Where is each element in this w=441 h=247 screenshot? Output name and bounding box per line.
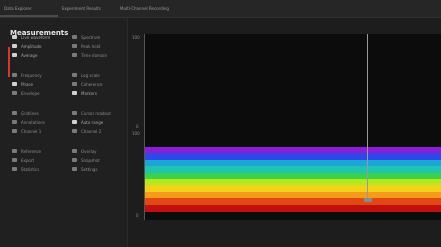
checkbox[interactable] bbox=[12, 149, 17, 153]
measurement-option[interactable]: Statistics bbox=[12, 166, 64, 173]
breadcrumb-item-3[interactable]: Multi-Channel Recording bbox=[120, 4, 178, 13]
checkbox[interactable] bbox=[12, 53, 17, 57]
checkbox[interactable] bbox=[12, 120, 17, 124]
measurement-option[interactable]: Envelope bbox=[12, 90, 64, 97]
option-label: Annotations bbox=[21, 120, 46, 125]
breadcrumb-item-1[interactable]: Data Explorer bbox=[4, 4, 58, 13]
measurement-option[interactable]: Channel 2 bbox=[72, 128, 124, 135]
option-label: Settings bbox=[81, 167, 98, 172]
measurement-option[interactable]: Average bbox=[12, 52, 64, 59]
checkbox[interactable] bbox=[12, 167, 17, 171]
option-label: Overlay bbox=[81, 149, 97, 154]
top-plot-y-min: 0 bbox=[136, 124, 139, 129]
checkbox[interactable] bbox=[72, 91, 77, 95]
time-cursor[interactable] bbox=[367, 34, 368, 200]
measurement-option[interactable]: Export bbox=[12, 157, 64, 164]
measurements-sidebar: Measurements Live waveform Spectrum Amplit… bbox=[0, 18, 128, 247]
option-label: Coherence bbox=[81, 82, 103, 87]
measurement-option[interactable]: Auto range bbox=[72, 119, 124, 126]
measurement-option[interactable]: Phase bbox=[12, 81, 64, 88]
option-label: Amplitude bbox=[21, 44, 42, 49]
option-label: Cursor readout bbox=[81, 111, 111, 116]
measurement-option[interactable]: Coherence bbox=[72, 81, 124, 88]
option-label: Log scale bbox=[81, 73, 100, 78]
checkbox[interactable] bbox=[12, 82, 17, 86]
measurement-option[interactable]: Frequency bbox=[12, 72, 64, 79]
measurement-option[interactable]: Channel 1 bbox=[12, 128, 64, 135]
option-label: Channel 1 bbox=[21, 129, 42, 134]
measurement-option[interactable]: Gridlines bbox=[12, 110, 64, 117]
checkbox[interactable] bbox=[72, 35, 77, 39]
plot-area: 100 0 100 0 bbox=[128, 18, 441, 247]
checkbox[interactable] bbox=[12, 111, 17, 115]
option-label: Markers bbox=[81, 91, 97, 96]
breadcrumb-item-2[interactable]: Experiment Results bbox=[62, 4, 116, 13]
waveform-plot[interactable] bbox=[144, 34, 441, 131]
option-label: Time domain bbox=[81, 53, 108, 58]
selection-indicator bbox=[8, 47, 10, 77]
option-label: Spectrum bbox=[81, 35, 101, 40]
spectrum-band bbox=[145, 204, 441, 212]
checkbox[interactable] bbox=[72, 82, 77, 86]
measurement-option[interactable]: Reference bbox=[12, 148, 64, 155]
checkbox[interactable] bbox=[72, 167, 77, 171]
option-label: Statistics bbox=[21, 167, 40, 172]
checkbox[interactable] bbox=[72, 53, 77, 57]
option-label: Live waveform bbox=[21, 35, 51, 40]
measurement-option[interactable]: Time domain bbox=[72, 52, 124, 59]
measurement-option[interactable]: Annotations bbox=[12, 119, 64, 126]
option-label: Reference bbox=[21, 149, 42, 154]
measurement-option[interactable]: Cursor readout bbox=[72, 110, 124, 117]
checkbox[interactable] bbox=[72, 73, 77, 77]
checkbox[interactable] bbox=[72, 111, 77, 115]
checkbox[interactable] bbox=[12, 35, 17, 39]
option-label: Frequency bbox=[21, 73, 42, 78]
measurement-option[interactable]: Peak hold bbox=[72, 43, 124, 50]
measurement-option[interactable]: Spectrum bbox=[72, 34, 124, 41]
checkbox[interactable] bbox=[12, 158, 17, 162]
bottom-plot-y-max: 100 bbox=[132, 131, 140, 136]
checkbox[interactable] bbox=[12, 44, 17, 48]
cursor-handle[interactable] bbox=[364, 198, 372, 202]
option-label: Average bbox=[21, 53, 38, 58]
measurement-option[interactable]: Settings bbox=[72, 166, 124, 173]
option-label: Auto range bbox=[81, 120, 104, 125]
checkbox[interactable] bbox=[72, 120, 77, 124]
checkbox[interactable] bbox=[12, 129, 17, 133]
measurement-option[interactable]: Overlay bbox=[72, 148, 124, 155]
checkbox[interactable] bbox=[72, 44, 77, 48]
measurement-option[interactable]: Markers bbox=[72, 90, 124, 97]
option-label: Envelope bbox=[21, 91, 40, 96]
checkbox[interactable] bbox=[12, 91, 17, 95]
option-label: Snapshot bbox=[81, 158, 100, 163]
spectrum-plot[interactable] bbox=[144, 131, 441, 220]
option-label: Channel 2 bbox=[81, 129, 102, 134]
checkbox[interactable] bbox=[12, 73, 17, 77]
measurement-option[interactable]: Live waveform bbox=[12, 34, 64, 41]
bottom-plot-y-min: 0 bbox=[136, 213, 139, 218]
option-label: Peak hold bbox=[81, 44, 101, 49]
checkbox[interactable] bbox=[72, 129, 77, 133]
option-label: Phase bbox=[21, 82, 33, 87]
option-label: Export bbox=[21, 158, 35, 163]
checkbox[interactable] bbox=[72, 158, 77, 162]
option-label: Gridlines bbox=[21, 111, 39, 116]
top-plot-y-max: 100 bbox=[132, 35, 140, 40]
measurement-option[interactable]: Log scale bbox=[72, 72, 124, 79]
checkbox[interactable] bbox=[72, 149, 77, 153]
measurement-option[interactable]: Snapshot bbox=[72, 157, 124, 164]
active-tab-indicator bbox=[0, 15, 58, 17]
measurement-option[interactable]: Amplitude bbox=[12, 43, 64, 50]
window-toolbar: Data Explorer Experiment Results Multi-C… bbox=[0, 0, 441, 18]
